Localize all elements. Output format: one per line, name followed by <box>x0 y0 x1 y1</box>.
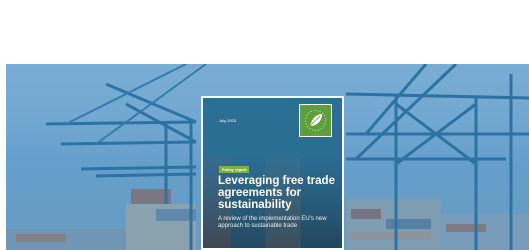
leaf-logo-icon <box>299 104 332 137</box>
hero-banner: July 2023 Policy report Leveraging free … <box>6 64 529 250</box>
report-cover[interactable]: July 2023 Policy report Leveraging free … <box>201 96 344 250</box>
report-subtitle: A review of the implementation EU's new … <box>218 216 327 229</box>
report-date: July 2023 <box>219 118 237 123</box>
report-type-badge: Policy report <box>219 166 250 173</box>
report-title: Leveraging free trade agreements for sus… <box>218 175 335 211</box>
